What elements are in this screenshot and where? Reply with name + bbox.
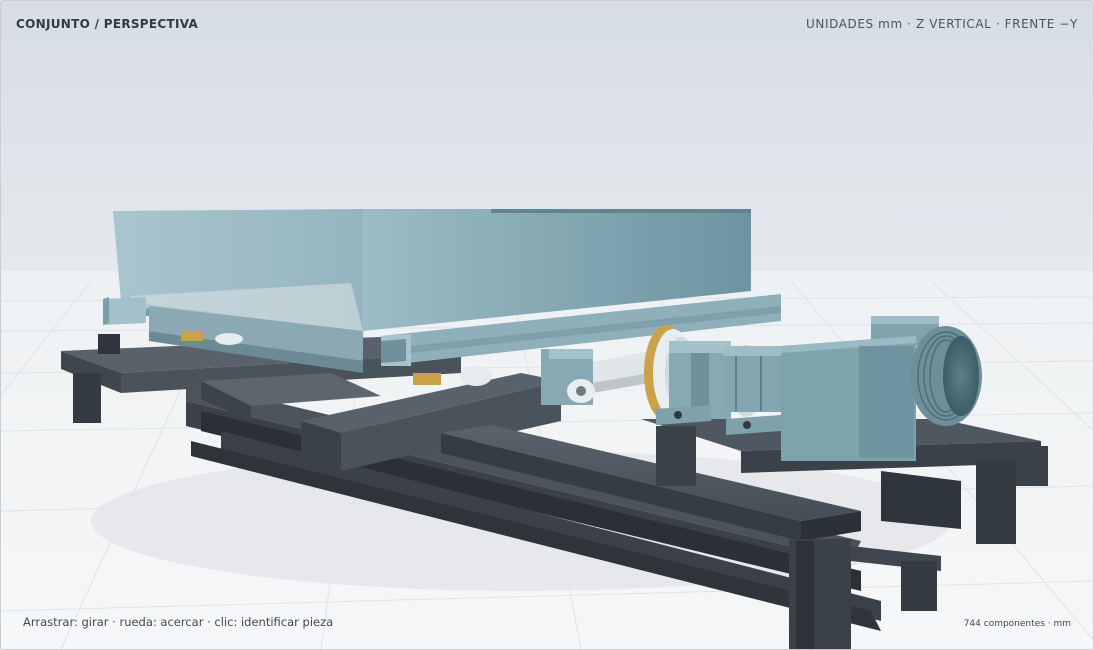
support-roller-center[interactable] [460,366,492,386]
assembly-model-canvas[interactable] [1,1,1093,649]
controls-hint: Arrastrar: girar · rueda: acercar · clic… [23,615,334,629]
3d-viewport[interactable]: CONJUNTO / PERSPECTIVA UNIDADES mm · Z V… [0,0,1094,650]
units-info: UNIDADES mm · Z VERTICAL · FRENTE −Y [805,17,1078,31]
view-title: CONJUNTO / PERSPECTIVA [16,17,199,31]
bearing-block-left[interactable] [541,349,595,405]
component-count: 744 componentes · mm [963,619,1071,629]
coupling-hub[interactable] [723,346,783,412]
support-roller-left[interactable] [215,333,243,345]
tray-rail-left[interactable] [103,297,146,325]
brass-pad-center[interactable] [413,373,441,385]
brass-pad-left[interactable] [181,331,203,341]
